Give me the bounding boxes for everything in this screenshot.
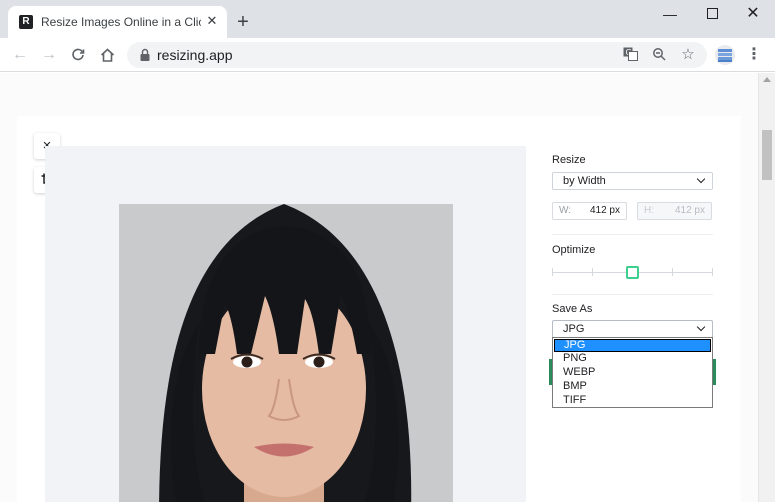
forward-arrow-icon[interactable]: → — [39, 45, 59, 65]
resize-mode-value: by Width — [563, 175, 606, 187]
uploaded-photo[interactable] — [119, 204, 453, 502]
browser-tab[interactable]: R Resize Images Online in a Click ✕ — [8, 6, 227, 38]
favicon-icon: R — [19, 15, 33, 29]
tab-title: Resize Images Online in a Click — [41, 15, 201, 29]
reload-icon[interactable] — [68, 45, 88, 65]
back-arrow-icon[interactable]: ← — [10, 45, 30, 65]
slider-tick — [672, 268, 673, 276]
section-divider — [552, 234, 713, 235]
save-as-select[interactable]: JPG — [552, 320, 713, 338]
format-option-jpg[interactable]: JPG — [554, 339, 711, 352]
maximize-icon[interactable] — [702, 4, 722, 24]
section-divider — [552, 294, 713, 295]
minimize-icon[interactable]: — — [660, 4, 680, 24]
page-viewport: × — [0, 73, 758, 502]
height-input-label: H: — [644, 205, 654, 216]
optimize-slider-handle[interactable] — [626, 266, 639, 279]
slider-tick — [552, 268, 553, 276]
slider-tick — [592, 268, 593, 276]
home-icon[interactable] — [97, 45, 117, 65]
chevron-down-icon — [696, 174, 706, 184]
close-window-icon[interactable]: ✕ — [743, 4, 763, 24]
settings-panel: Resize by Width W: 412 px H: 412 px Opti… — [549, 116, 717, 502]
star-icon[interactable]: ☆ — [680, 47, 696, 63]
save-as-dropdown-list: JPG PNG WEBP BMP TIFF — [552, 337, 713, 408]
height-input: H: 412 px — [637, 202, 712, 220]
width-input[interactable]: W: 412 px — [552, 202, 627, 220]
zoom-icon[interactable] — [651, 47, 667, 63]
chevron-down-icon — [696, 322, 706, 332]
save-as-value: JPG — [563, 323, 585, 335]
format-option-png[interactable]: PNG — [553, 352, 712, 365]
width-input-value: 412 px — [589, 205, 620, 216]
plus-icon[interactable]: + — [234, 12, 252, 32]
browser-title-bar: R Resize Images Online in a Click ✕ + — … — [0, 0, 775, 38]
format-option-tiff[interactable]: TIFF — [553, 394, 712, 407]
url-text[interactable]: resizing.app — [157, 47, 233, 63]
width-input-label: W: — [559, 205, 572, 216]
height-input-value: 412 px — [674, 205, 705, 216]
slider-tick — [712, 268, 713, 276]
resize-mode-select[interactable]: by Width — [552, 172, 713, 190]
close-icon[interactable]: ✕ — [204, 13, 220, 29]
address-bar[interactable]: resizing.app G ☆ — [127, 42, 707, 68]
translate-icon[interactable]: G — [622, 47, 638, 63]
editor-card: × — [17, 116, 741, 502]
download-button-edge — [713, 359, 716, 385]
lock-icon[interactable] — [139, 48, 153, 62]
image-canvas[interactable] — [45, 146, 526, 502]
format-option-bmp[interactable]: BMP — [553, 380, 712, 393]
page-scrollbar[interactable] — [758, 73, 775, 502]
browser-toolbar: ← → resizing.app G ☆ ⋮ — [0, 38, 775, 72]
optimize-label: Optimize — [552, 244, 596, 256]
scrollbar-thumb[interactable] — [762, 130, 772, 180]
scroll-up-icon[interactable] — [763, 77, 771, 82]
format-option-webp[interactable]: WEBP — [553, 366, 712, 379]
portrait-image — [119, 204, 453, 502]
save-as-label: Save As — [552, 303, 593, 315]
resize-label: Resize — [552, 154, 586, 166]
extension-icon[interactable] — [715, 45, 735, 65]
menu-icon[interactable]: ⋮ — [746, 46, 762, 64]
